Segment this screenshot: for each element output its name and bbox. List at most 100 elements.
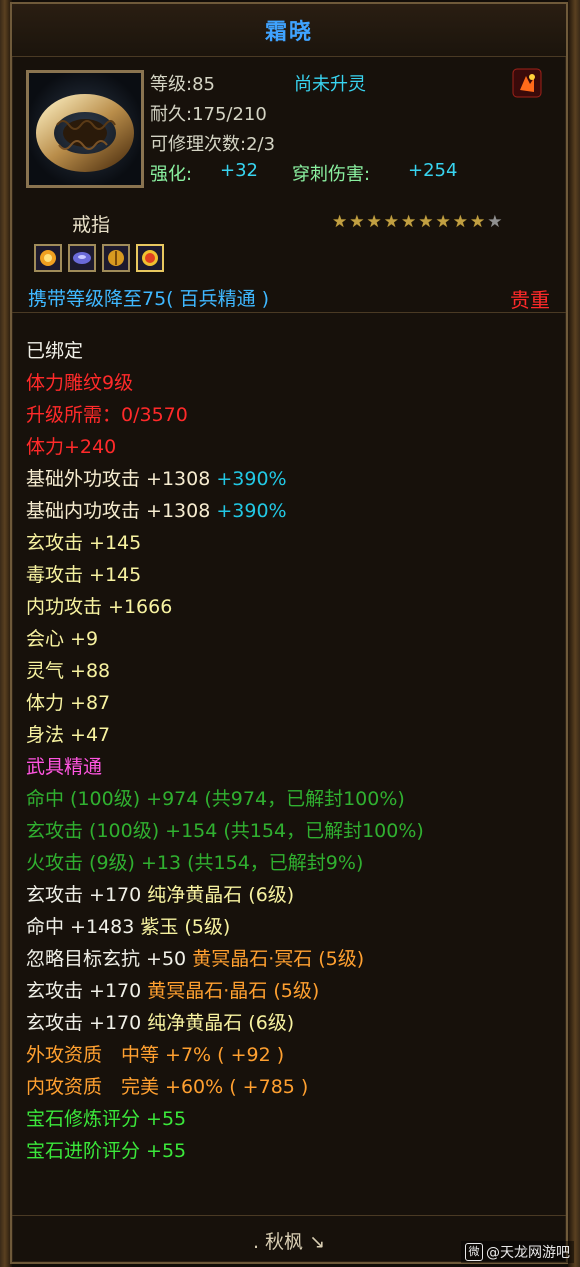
attr-bound-status-text: 已绑定 xyxy=(26,340,84,362)
attr-base-inner-attack: 基础内功攻击 +1308 +390% xyxy=(26,495,424,527)
title-bar: 霜晓 xyxy=(12,4,566,57)
attr-base-inner-attack-text: +390% xyxy=(216,500,287,522)
attr-gem-1-text: 纯净黄晶石 (6级) xyxy=(147,884,295,906)
attr-mystic-attack: 玄攻击 +145 xyxy=(26,527,424,559)
item-title: 霜晓 xyxy=(264,20,313,45)
attr-gem-advance-score: 宝石进阶评分 +55 xyxy=(26,1135,424,1167)
attr-gem-5-text: 玄攻击 +170 xyxy=(26,1012,148,1034)
attr-gem-3-text: 黄冥晶石·冥石 (5级) xyxy=(192,948,365,970)
attr-gem-1-text: 玄攻击 +170 xyxy=(26,884,148,906)
attr-inner-quality: 内攻资质 完美 +60% ( +785 ) xyxy=(26,1071,424,1103)
spirit-status: 尚未升灵 xyxy=(294,74,366,95)
gem-slots xyxy=(34,244,164,272)
attr-base-outer-attack: 基础外功攻击 +1308 +390% xyxy=(26,463,424,495)
star-filled-icon: ★ xyxy=(401,212,417,232)
attr-gem-4-text: 玄攻击 +170 xyxy=(26,980,148,1002)
gem-slot-4[interactable] xyxy=(136,244,164,272)
yellow-gem-icon xyxy=(142,250,158,266)
star-filled-icon: ★ xyxy=(435,212,451,232)
attr-gem-5-text: 纯净黄晶石 (6级) xyxy=(147,1012,295,1034)
gem-slot-1[interactable] xyxy=(34,244,62,272)
enhance-label: 强化: xyxy=(150,164,193,185)
right-edge-decor xyxy=(568,0,580,1267)
attr-gem-refine-score-text: 宝石修炼评分 +55 xyxy=(26,1108,187,1130)
attr-mastery-fire: 火攻击 (9级) +13 (共154，已解封9%) xyxy=(26,847,424,879)
attr-base-inner-attack-text: 基础内功攻击 +1308 xyxy=(26,500,217,522)
attribute-list: 已绑定体力雕纹9级升级所需：0/3570 体力+240 基础外功攻击 +1308 +… xyxy=(26,335,424,1167)
attr-outer-quality-text: 外攻资质 中等 +7% ( +92 ) xyxy=(26,1044,285,1066)
attr-upgrade-required-text: 升级所需：0/3570 xyxy=(26,404,188,426)
star-filled-icon: ★ xyxy=(383,212,399,232)
signature: . 秋枫 ↘ xyxy=(252,1230,326,1253)
star-filled-icon: ★ xyxy=(366,212,382,232)
attr-carving-stamina: 体力+240 xyxy=(26,431,424,463)
watermark: 微 @天龙网游吧 xyxy=(461,1241,574,1263)
star-filled-icon: ★ xyxy=(332,212,348,232)
pierce-value: +254 xyxy=(408,160,458,181)
orange-gem-icon xyxy=(40,250,56,266)
item-header: 等级:85 尚未升灵 耐久:175/210 可修理次数:2/3 强化: +32 … xyxy=(12,56,566,312)
attr-mastery-mystic: 玄攻击 (100级) +154 (共154，已解封100%) xyxy=(26,815,424,847)
purple-gem-icon xyxy=(73,252,91,264)
attr-poison-attack: 毒攻击 +145 xyxy=(26,559,424,591)
attr-mastery-hit-text: 命中 (100级) +974 (共974，已解封100%) xyxy=(26,788,405,810)
star-filled-icon: ★ xyxy=(452,212,468,232)
attr-gem-refine-score: 宝石修炼评分 +55 xyxy=(26,1103,424,1135)
rarity-text: 贵重 xyxy=(510,288,550,312)
attr-gem-3: 忽略目标玄抗 +50 黄冥晶石·冥石 (5级) xyxy=(26,943,424,975)
attr-gem-2-text: 紫玉 (5级) xyxy=(140,916,231,938)
attr-weapon-mastery-text: 武具精通 xyxy=(26,756,103,778)
carry-level-text: 携带等级降至75( 百兵精通 ) xyxy=(28,288,270,310)
attr-mastery-hit: 命中 (100级) +974 (共974，已解封100%) xyxy=(26,783,424,815)
star-filled-icon: ★ xyxy=(470,212,486,232)
attr-base-outer-attack-text: 基础外功攻击 +1308 xyxy=(26,468,217,490)
attr-poison-attack-text: 毒攻击 +145 xyxy=(26,564,142,586)
attr-gem-2: 命中 +1483 紫玉 (5级) xyxy=(26,911,424,943)
gem-slot-2[interactable] xyxy=(68,244,96,272)
attr-carving-level: 体力雕纹9级 xyxy=(26,367,424,399)
attr-inner-attack-text: 内功攻击 +1666 xyxy=(26,596,173,618)
attr-mystic-attack-text: 玄攻击 +145 xyxy=(26,532,142,554)
durability-text: 耐久:175/210 xyxy=(150,104,267,125)
pierce-label: 穿刺伤害: xyxy=(292,164,371,185)
attr-stamina-text: 体力 +87 xyxy=(26,692,111,714)
attr-gem-advance-score-text: 宝石进阶评分 +55 xyxy=(26,1140,187,1162)
attr-gem-4-text: 黄冥晶石·晶石 (5级) xyxy=(147,980,320,1002)
attr-inner-attack: 内功攻击 +1666 xyxy=(26,591,424,623)
attr-bound-status: 已绑定 xyxy=(26,335,424,367)
gem-slot-3[interactable] xyxy=(102,244,130,272)
item-type: 戒指 xyxy=(72,214,111,236)
star-rating: ★ ★ ★ ★ ★ ★ ★ ★ ★ ★ xyxy=(332,213,503,231)
attr-carving-level-text: 体力雕纹9级 xyxy=(26,372,134,394)
item-tooltip: 霜晓 等级:85 尚未升灵 耐久:175/210 可修理次数:2/3 强化: +… xyxy=(10,2,568,1264)
attr-spirit-text: 灵气 +88 xyxy=(26,660,111,682)
attr-carving-stamina-text: 体力+240 xyxy=(26,436,117,458)
attr-gem-3-text: 忽略目标玄抗 +50 xyxy=(26,948,193,970)
attr-weapon-mastery: 武具精通 xyxy=(26,751,424,783)
gold-gem-icon xyxy=(108,250,124,266)
star-filled-icon: ★ xyxy=(418,212,434,232)
level-text: 等级:85 xyxy=(150,74,215,95)
attr-gem-2-text: 命中 +1483 xyxy=(26,916,141,938)
attr-critical-text: 会心 +9 xyxy=(26,628,99,650)
attr-gem-4: 玄攻击 +170 黄冥晶石·晶石 (5级) xyxy=(26,975,424,1007)
attr-mastery-mystic-text: 玄攻击 (100级) +154 (共154，已解封100%) xyxy=(26,820,424,842)
ring-icon[interactable] xyxy=(26,70,144,188)
spirit-upgrade-icon[interactable] xyxy=(512,68,542,98)
attr-base-outer-attack-text: +390% xyxy=(216,468,287,490)
weibo-logo-icon: 微 xyxy=(465,1243,483,1261)
attr-gem-5: 玄攻击 +170 纯净黄晶石 (6级) xyxy=(26,1007,424,1039)
attr-inner-quality-text: 内攻资质 完美 +60% ( +785 ) xyxy=(26,1076,309,1098)
attr-stamina: 体力 +87 xyxy=(26,687,424,719)
star-filled-icon: ★ xyxy=(349,212,365,232)
watermark-text: @天龙网游吧 xyxy=(486,1245,570,1261)
attr-agility-text: 身法 +47 xyxy=(26,724,111,746)
enhance-value: +32 xyxy=(220,160,258,181)
attr-critical: 会心 +9 xyxy=(26,623,424,655)
attribute-panel: 已绑定体力雕纹9级升级所需：0/3570 体力+240 基础外功攻击 +1308 +… xyxy=(12,312,566,1216)
repair-text: 可修理次数:2/3 xyxy=(150,134,276,155)
star-empty-icon: ★ xyxy=(487,212,503,232)
attr-upgrade-required: 升级所需：0/3570 xyxy=(26,399,424,431)
attr-spirit: 灵气 +88 xyxy=(26,655,424,687)
attr-gem-1: 玄攻击 +170 纯净黄晶石 (6级) xyxy=(26,879,424,911)
